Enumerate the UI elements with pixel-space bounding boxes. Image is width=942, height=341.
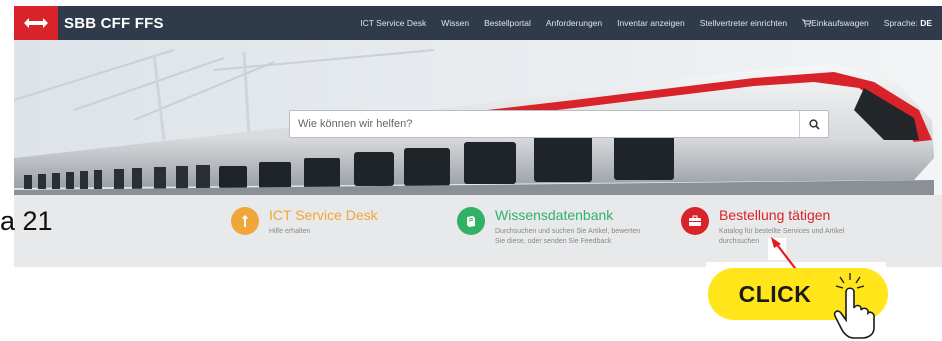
- tile-title: Wissensdatenbank: [495, 207, 614, 223]
- nav-item-ict-service-desk[interactable]: ICT Service Desk: [360, 18, 426, 28]
- hand-pointer-icon: [833, 273, 875, 339]
- tile-description: Hilfe erhalten: [269, 228, 311, 235]
- language-selector[interactable]: Sprache: DE: [884, 18, 932, 28]
- nav-item-wissen[interactable]: Wissen: [441, 18, 469, 28]
- cart-label: Einkaufswagen: [811, 18, 869, 28]
- brand-name: SBB CFF FFS: [64, 14, 164, 32]
- nav-item-cart[interactable]: Einkaufswagen: [802, 18, 869, 28]
- main-nav: ICT Service Desk Wissen Bestellportal An…: [360, 18, 942, 28]
- language-label: Sprache:: [883, 18, 918, 28]
- nav-item-bestellportal[interactable]: Bestellportal: [484, 18, 531, 28]
- cropped-slide-text: a 21: [0, 206, 53, 236]
- tile-title: Bestellung tätigen: [719, 207, 831, 223]
- tile-ict-service-desk[interactable]: ICT Service Desk Hilfe erhalten: [231, 207, 419, 237]
- tile-description: Durchsuchen und suchen Sie Artikel, bewe…: [495, 228, 641, 245]
- language-value: DE: [920, 18, 932, 28]
- click-label: CLICK: [738, 280, 812, 307]
- book-icon: [457, 207, 485, 235]
- search-icon: [808, 118, 820, 130]
- page: SBB CFF FFS ICT Service Desk Wissen Best…: [0, 0, 942, 341]
- nav-item-inventar-anzeigen[interactable]: Inventar anzeigen: [617, 18, 685, 28]
- search-button[interactable]: [799, 111, 828, 137]
- sbb-logo-icon: [14, 6, 58, 40]
- tile-wissensdatenbank[interactable]: Wissensdatenbank Durchsuchen und suchen …: [457, 207, 645, 247]
- tile-description: Katalog für bestellte Services und Artik…: [719, 228, 845, 245]
- tile-title: ICT Service Desk: [269, 207, 378, 223]
- search-input[interactable]: [290, 111, 799, 137]
- nav-item-anforderungen[interactable]: Anforderungen: [546, 18, 602, 28]
- briefcase-icon: [681, 207, 709, 235]
- brand[interactable]: SBB CFF FFS: [14, 6, 164, 40]
- cart-icon: [802, 19, 812, 27]
- nav-item-stellvertreter[interactable]: Stellvertreter einrichten: [700, 18, 787, 28]
- top-navigation-bar: SBB CFF FFS ICT Service Desk Wissen Best…: [14, 6, 942, 40]
- callout-highlight: [768, 238, 786, 260]
- search-bar: [289, 110, 829, 138]
- key-icon: [231, 207, 259, 235]
